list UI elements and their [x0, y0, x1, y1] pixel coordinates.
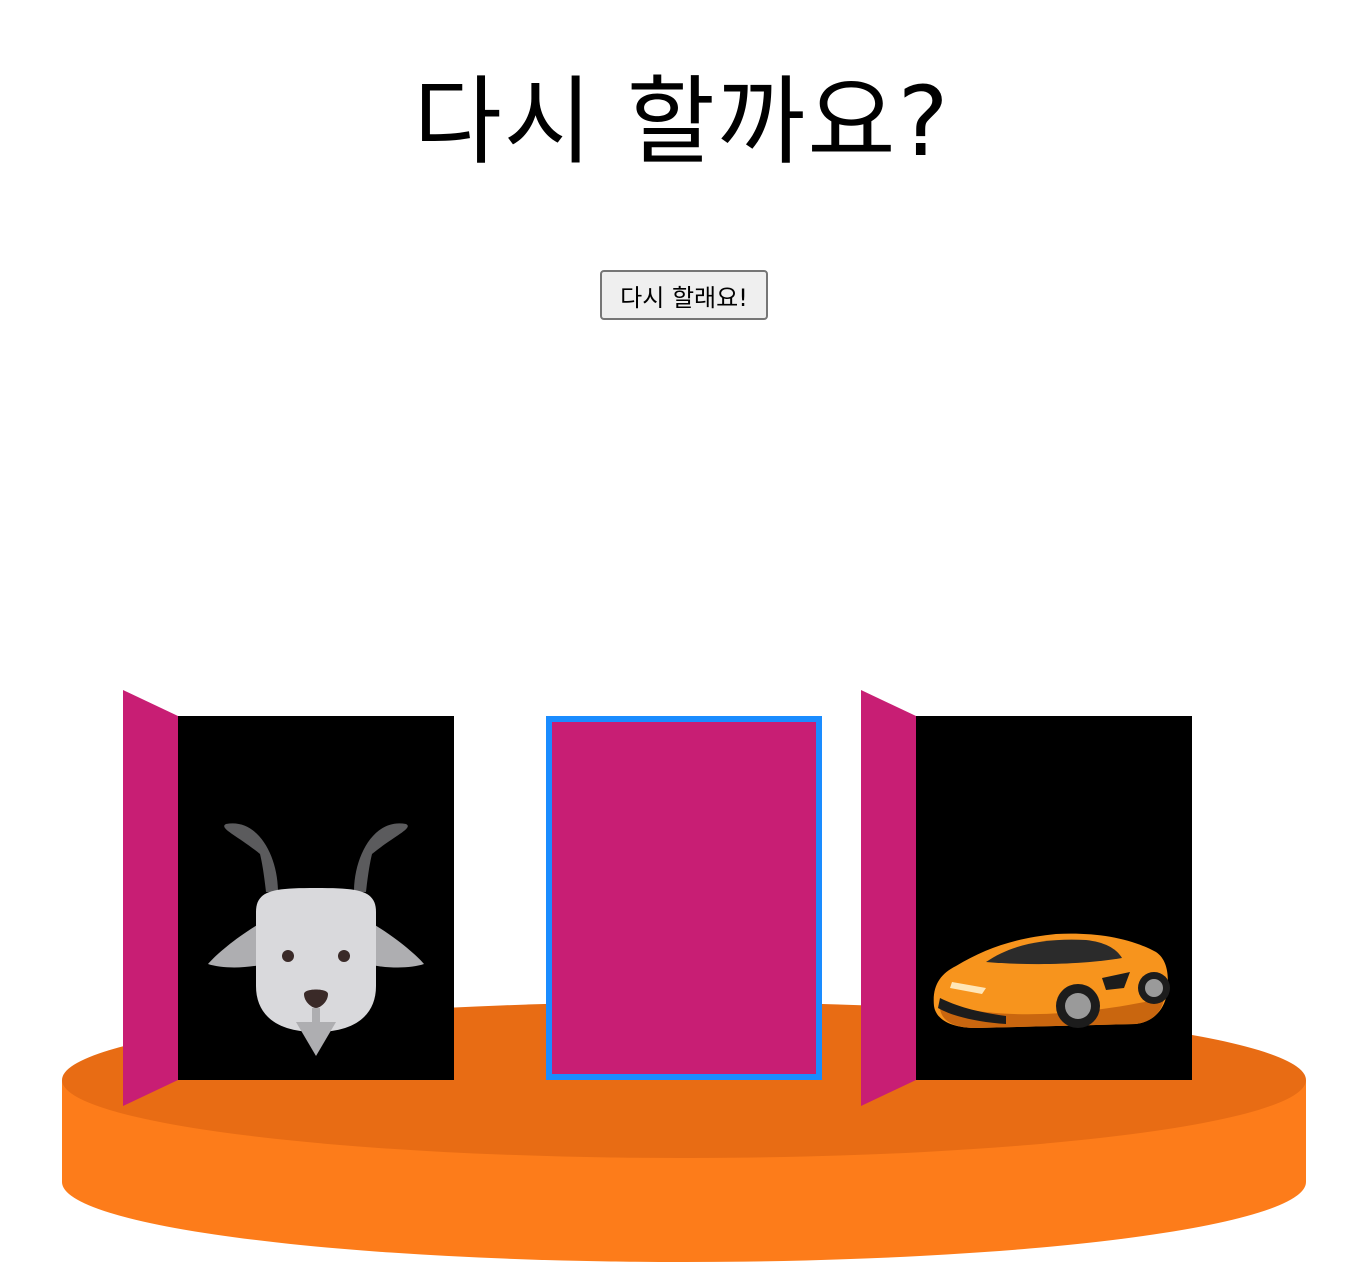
goat-icon	[208, 823, 424, 1056]
door-1-open	[178, 716, 454, 1080]
car-icon	[933, 933, 1170, 1028]
door-2-closed[interactable]	[546, 716, 822, 1080]
game-page: 다시 할까요? 다시 할래요!	[0, 0, 1364, 1282]
door-panel-right	[861, 690, 916, 1106]
door-panel-left	[123, 690, 178, 1106]
door-3-open	[916, 716, 1192, 1080]
stage-platform	[62, 690, 1306, 1262]
